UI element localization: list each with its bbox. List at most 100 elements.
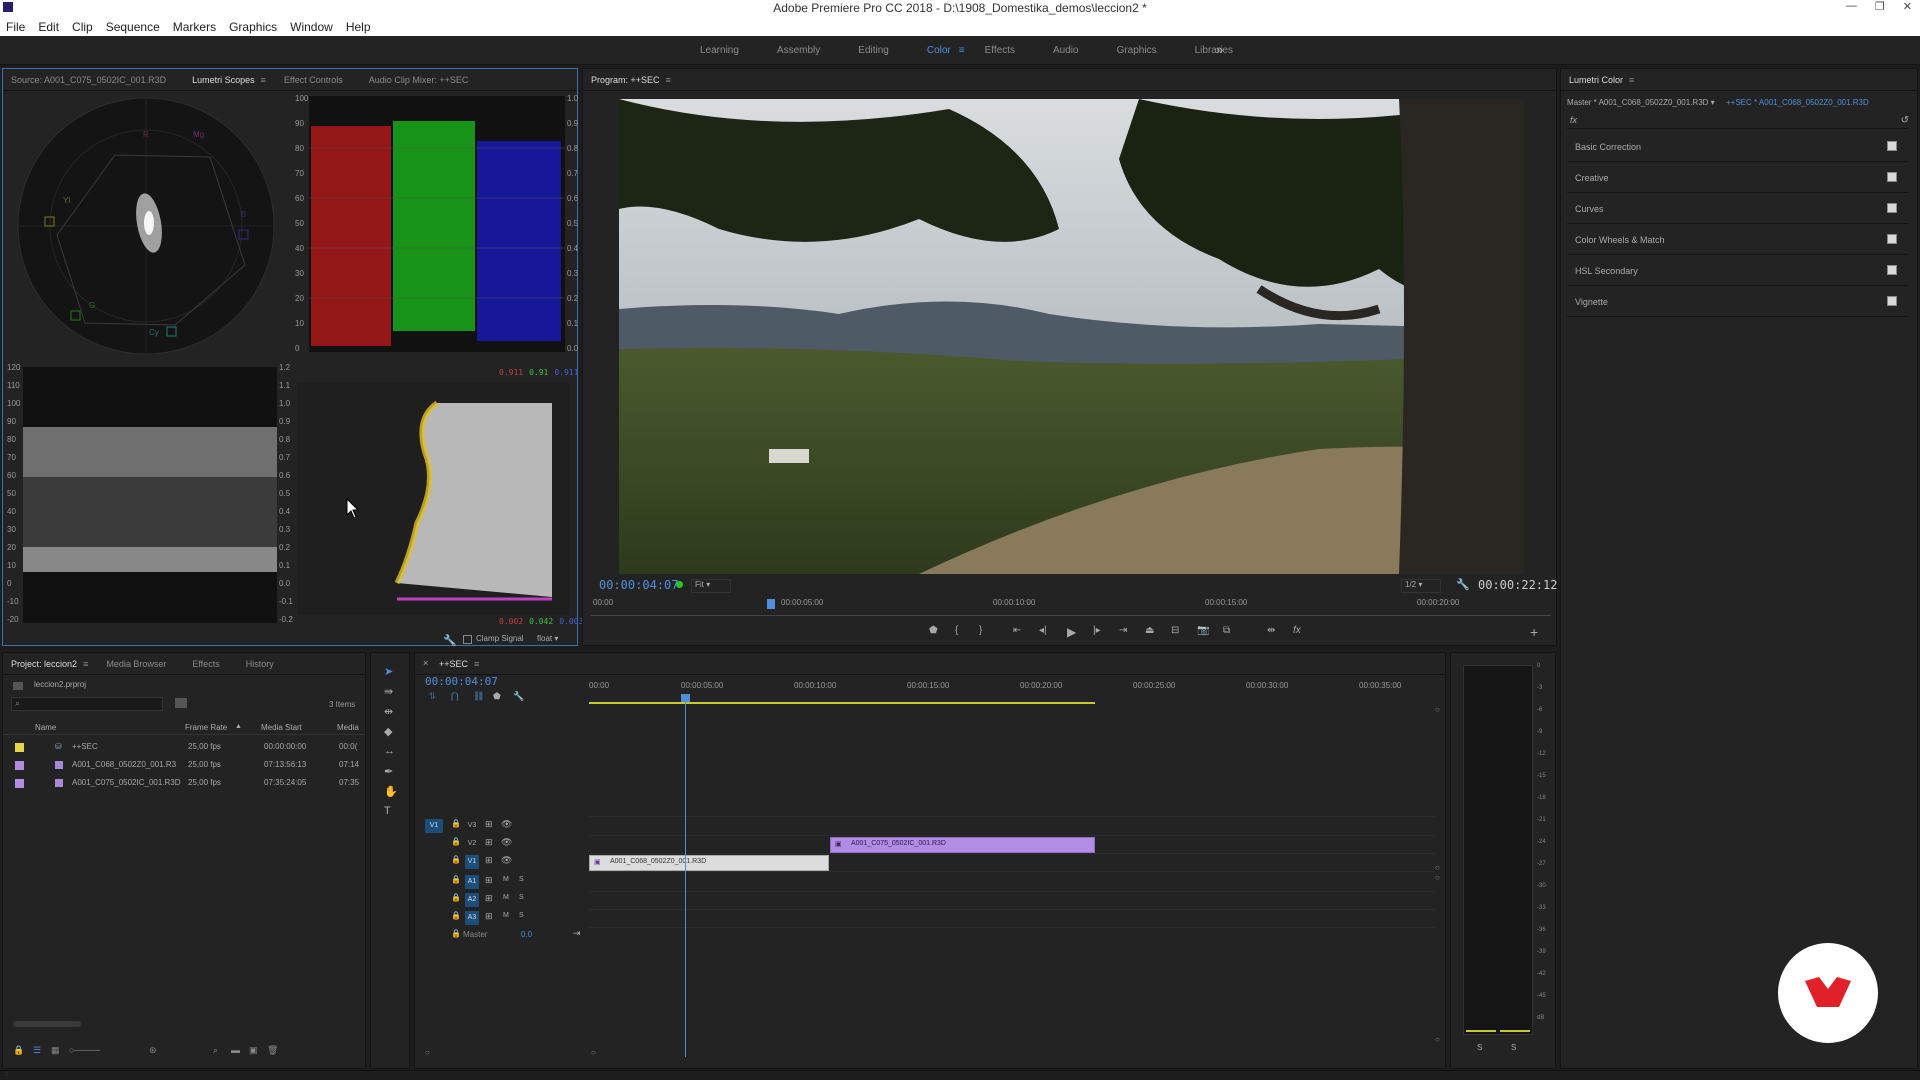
column-media[interactable]: Media bbox=[337, 723, 359, 732]
restore-icon[interactable]: ❐ bbox=[1875, 0, 1885, 13]
section-enable-checkbox[interactable] bbox=[1887, 172, 1897, 182]
timeline-playhead[interactable] bbox=[685, 695, 686, 1057]
section-color-wheels[interactable]: Color Wheels & Match bbox=[1567, 224, 1909, 255]
section-curves[interactable]: Curves bbox=[1567, 193, 1909, 224]
pen-tool-icon[interactable]: ✒ bbox=[384, 765, 393, 778]
master-clip-dropdown[interactable]: Master * A001_C068_0502Z0_001.R3D ▾ bbox=[1567, 98, 1715, 107]
tab-media-browser[interactable]: Media Browser bbox=[106, 659, 166, 669]
sync-lock-icon[interactable]: ⊞ bbox=[485, 819, 493, 830]
menu-edit[interactable]: Edit bbox=[38, 20, 59, 34]
lock-icon[interactable]: 🔒 bbox=[451, 893, 461, 902]
sync-lock-icon[interactable]: ⊞ bbox=[485, 875, 493, 886]
hand-tool-icon[interactable]: ✋ bbox=[384, 785, 398, 798]
tab-project[interactable]: Project: leccion2 bbox=[11, 659, 77, 669]
menu-graphics[interactable]: Graphics bbox=[229, 20, 277, 34]
new-bin-icon[interactable]: ▬ bbox=[231, 1045, 240, 1055]
zoom-slider[interactable]: ○──── bbox=[69, 1045, 100, 1055]
column-media-start[interactable]: Media Start bbox=[261, 723, 302, 732]
close-icon[interactable]: ✕ bbox=[1903, 0, 1912, 13]
automate-icon[interactable]: ⊛ bbox=[149, 1045, 157, 1056]
type-tool-icon[interactable]: T bbox=[384, 805, 391, 817]
workspace-menu-icon[interactable]: ≡ bbox=[959, 45, 965, 56]
sync-lock-icon[interactable]: ⊞ bbox=[485, 837, 493, 848]
panel-menu-icon[interactable]: ≡ bbox=[261, 75, 266, 85]
program-playhead[interactable] bbox=[767, 599, 775, 609]
zoom-out-handle[interactable]: ○ bbox=[425, 1048, 430, 1057]
solo-button[interactable]: S bbox=[519, 912, 524, 919]
sync-lock-icon[interactable]: ⊞ bbox=[485, 893, 493, 904]
program-time-ruler[interactable]: 00:00 00:00:05:00 00:00:10:00 00:00:15:0… bbox=[583, 596, 1558, 612]
label-color-swatch[interactable] bbox=[15, 779, 24, 788]
fit-toggle-icon[interactable]: ⇹ bbox=[1267, 625, 1275, 636]
sync-lock-icon[interactable]: ⊞ bbox=[485, 911, 493, 922]
section-enable-checkbox[interactable] bbox=[1887, 203, 1897, 213]
tab-effect-controls[interactable]: Effect Controls bbox=[284, 75, 343, 85]
minimize-icon[interactable]: — bbox=[1846, 0, 1857, 13]
track-v2[interactable]: V2 bbox=[465, 837, 479, 851]
menu-sequence[interactable]: Sequence bbox=[106, 20, 160, 34]
step-back-icon[interactable]: ◂| bbox=[1039, 625, 1047, 636]
solo-button[interactable]: S bbox=[519, 894, 524, 901]
mute-button[interactable]: M bbox=[503, 876, 509, 883]
column-name[interactable]: Name bbox=[35, 723, 56, 732]
clamp-signal-checkbox[interactable] bbox=[463, 635, 472, 644]
track-a3[interactable]: A3 bbox=[465, 911, 479, 925]
mute-button[interactable]: M bbox=[503, 912, 509, 919]
section-enable-checkbox[interactable] bbox=[1887, 296, 1897, 306]
snap-icon[interactable]: ⋂ bbox=[451, 691, 458, 702]
list-view-icon[interactable]: ☰ bbox=[33, 1045, 41, 1056]
menu-markers[interactable]: Markers bbox=[173, 20, 216, 34]
linked-selection-icon[interactable]: ⛓ bbox=[473, 691, 484, 702]
workspace-tab-graphics[interactable]: Graphics bbox=[1117, 45, 1157, 56]
panel-menu-icon[interactable]: ≡ bbox=[474, 659, 479, 669]
section-hsl-secondary[interactable]: HSL Secondary bbox=[1567, 255, 1909, 286]
track-v1[interactable]: V1 bbox=[465, 855, 479, 869]
razor-tool-icon[interactable]: ◆ bbox=[384, 725, 392, 738]
mark-out-icon[interactable]: } bbox=[979, 625, 982, 636]
playhead-handle[interactable] bbox=[681, 694, 690, 702]
mute-button[interactable]: M bbox=[503, 894, 509, 901]
zoom-fit-dropdown[interactable]: Fit ▾ bbox=[691, 579, 731, 593]
jump-to-end-icon[interactable]: ⇥ bbox=[573, 928, 581, 939]
tab-source[interactable]: Source: A001_C075_0502IC_001.R3D bbox=[11, 75, 166, 85]
label-color-swatch[interactable] bbox=[15, 761, 24, 770]
workspace-tab-editing[interactable]: Editing bbox=[858, 45, 889, 56]
track-a1[interactable]: A1 bbox=[465, 875, 479, 889]
track-a2[interactable]: A2 bbox=[465, 893, 479, 907]
step-forward-icon[interactable]: |▸ bbox=[1093, 625, 1101, 636]
project-row[interactable]: A001_C075_0502IC_001.R3D 25,00 fps 07:35… bbox=[15, 775, 360, 792]
eye-icon[interactable]: 👁 bbox=[501, 855, 512, 866]
slip-tool-icon[interactable]: ↔ bbox=[384, 745, 395, 757]
program-video-frame[interactable] bbox=[619, 99, 1524, 574]
section-enable-checkbox[interactable] bbox=[1887, 234, 1897, 244]
go-to-in-icon[interactable]: ⇤ bbox=[1013, 625, 1021, 636]
program-current-timecode[interactable]: 00:00:04:07 bbox=[599, 578, 678, 592]
lock-icon[interactable]: 🔒 bbox=[451, 929, 461, 938]
section-vignette[interactable]: Vignette bbox=[1567, 286, 1909, 317]
play-icon[interactable]: ▶ bbox=[1067, 625, 1076, 639]
menu-window[interactable]: Window bbox=[290, 20, 333, 34]
lock-icon[interactable]: 🔒 bbox=[13, 1045, 24, 1056]
workspace-tab-assembly[interactable]: Assembly bbox=[777, 45, 820, 56]
tab-audio-clip-mixer[interactable]: Audio Clip Mixer: ++SEC bbox=[369, 75, 469, 85]
lock-icon[interactable]: 🔒 bbox=[451, 819, 461, 828]
workspace-tab-learning[interactable]: Learning bbox=[700, 45, 739, 56]
program-zoom-bar[interactable] bbox=[591, 615, 1551, 616]
export-frame-icon[interactable]: 📷 bbox=[1197, 625, 1209, 636]
sort-ascending-icon[interactable]: ▲ bbox=[235, 723, 242, 730]
menu-help[interactable]: Help bbox=[346, 20, 371, 34]
workspace-tab-effects[interactable]: Effects bbox=[985, 45, 1015, 56]
solo-right-button[interactable]: S bbox=[1511, 1043, 1516, 1052]
zoom-in-handle[interactable]: ○ bbox=[591, 1048, 596, 1057]
float-dropdown[interactable]: float ▾ bbox=[537, 634, 558, 643]
reset-icon[interactable]: ↺ bbox=[1901, 115, 1909, 126]
source-patch-v1[interactable]: V1 bbox=[425, 819, 443, 833]
mark-in-icon[interactable]: { bbox=[955, 625, 958, 636]
tab-program[interactable]: Program: ++SEC bbox=[591, 75, 660, 85]
sync-lock-icon[interactable]: ⊞ bbox=[485, 855, 493, 866]
add-marker-icon[interactable]: ⬟ bbox=[493, 691, 501, 702]
find-icon[interactable]: ⌕ bbox=[213, 1045, 218, 1056]
master-volume-value[interactable]: 0.0 bbox=[521, 930, 532, 939]
eye-icon[interactable]: 👁 bbox=[501, 837, 512, 848]
project-row[interactable]: A001_C068_0502Z0_001.R3 25,00 fps 07:13:… bbox=[15, 757, 360, 774]
